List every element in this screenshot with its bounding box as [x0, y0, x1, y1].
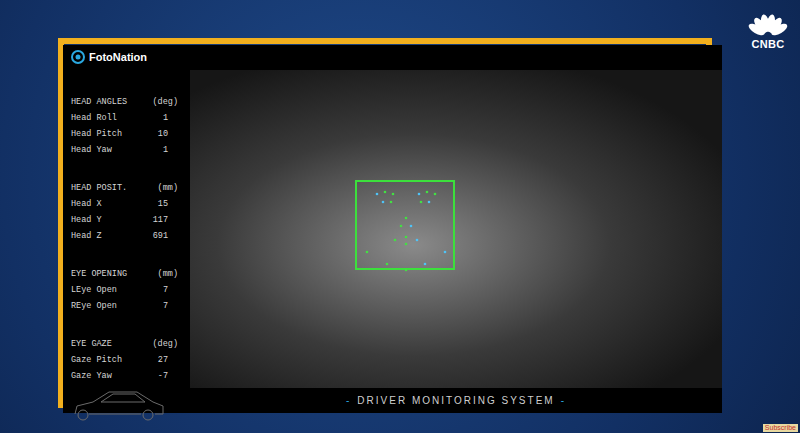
metric-row: Head Pitch10	[71, 126, 182, 142]
video-frame: CNBC FotoNation HEAD ANGLES(deg)Head Roll1…	[0, 0, 800, 433]
metric-row: Head Y117	[71, 212, 182, 228]
metrics-panel: FotoNation HEAD ANGLES(deg)Head Roll1Head…	[63, 45, 190, 413]
metric-row: Gaze Yaw-7	[71, 368, 182, 384]
metric-row: Head Yaw1	[71, 142, 182, 158]
metric-section: EYE GAZE(deg)Gaze Pitch27Gaze Yaw-7	[71, 336, 182, 384]
metric-row: LEye Open7	[71, 282, 182, 298]
camera-image	[190, 70, 722, 388]
face-box	[355, 180, 455, 270]
monitor-screen: FotoNation HEAD ANGLES(deg)Head Roll1Head…	[63, 45, 722, 413]
metric-section: EYE OPENING(mm)LEye Open7REye Open7	[71, 266, 182, 314]
metric-row: Gaze Pitch27	[71, 352, 182, 368]
metric-row: Head X15	[71, 196, 182, 212]
channel-logo: CNBC	[746, 12, 790, 50]
face-landmarks-icon	[357, 182, 457, 272]
subscribe-button[interactable]: Subscribe	[763, 424, 798, 432]
metric-row: REye Open7	[71, 298, 182, 314]
metric-section: HEAD POSIT.(mm)Head X15Head Y117Head Z69…	[71, 180, 182, 244]
peacock-icon	[746, 12, 790, 38]
fotonation-logo-icon	[71, 50, 85, 64]
metric-section: HEAD ANGLES(deg)Head Roll1Head Pitch10He…	[71, 94, 182, 158]
metric-row: Head Z691	[71, 228, 182, 244]
camera-area: -DRIVER MONITORING SYSTEM-	[190, 45, 722, 413]
metric-row: Head Roll1	[71, 110, 182, 126]
footer: -DRIVER MONITORING SYSTEM-	[190, 388, 722, 413]
brand-logo: FotoNation	[71, 49, 182, 66]
car-icon	[71, 384, 167, 424]
